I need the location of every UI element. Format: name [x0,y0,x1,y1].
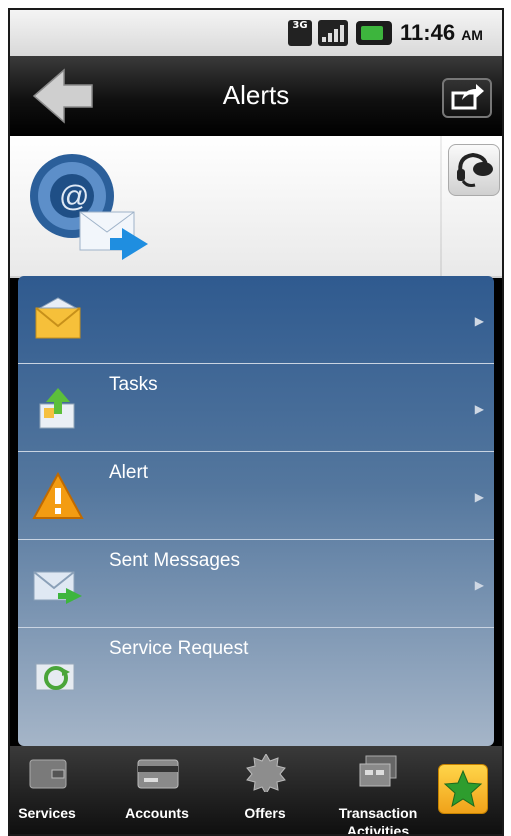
network-3g-icon: 3G [288,20,312,46]
chevron-right-icon: ▶ [474,314,484,328]
tab-label: Services [18,805,76,821]
headset-icon [457,152,493,187]
list-item-label: Tasks [109,374,158,395]
list-item-sent-messages[interactable]: Sent Messages ▶ [18,540,494,628]
list-item-alert[interactable]: Alert ▶ [18,452,494,540]
tab-label: Accounts [125,805,189,821]
header-banner: @ [10,136,502,278]
tab-services[interactable]: Services [10,746,94,834]
bottom-tab-bar: Services Accounts Offers Transaction Act… [10,746,502,836]
list-item-messages[interactable]: ▶ [18,276,494,364]
chevron-right-icon: ▶ [474,490,484,504]
wallet-icon [26,754,70,792]
warning-icon [32,470,84,522]
tab-label: Offers [244,805,286,821]
list-item-tasks[interactable]: Tasks ▶ [18,364,494,452]
battery-icon [356,21,392,45]
title-bar: Alerts [10,56,502,136]
list-item-label: Sent Messages [109,550,240,571]
list-item-label: Alert [109,462,149,483]
share-button[interactable] [442,78,492,118]
chevron-right-icon: ▶ [474,402,484,416]
tab-label: Transaction Activities [338,805,418,836]
tab-accounts[interactable]: Accounts [110,746,204,834]
card-icon [136,754,180,792]
envelope-icon [32,294,84,346]
email-globe-icon: @ [24,144,154,270]
alerts-list: ▶ Tasks ▶ Alert ▶ Sent Messages ▶ Servic… [18,276,494,746]
chevron-right-icon: ▶ [474,578,484,592]
status-bar: 3G 11:46 AM [10,10,502,56]
share-icon [451,84,484,110]
signal-icon [318,20,348,46]
banner-divider [440,136,442,276]
list-item-label: Service Request [109,638,249,659]
receipts-icon [356,754,400,792]
tasks-icon [32,382,84,434]
list-item-service-request[interactable]: Service Request [18,628,494,716]
svg-text:@: @ [59,180,89,213]
sent-mail-icon [32,558,84,610]
support-button[interactable] [448,144,500,196]
phone-frame: 3G 11:46 AM Alerts @ ▶ Tasks ▶ Alert ▶ S… [8,8,504,836]
favorites-button[interactable] [438,764,488,814]
tab-transaction-activities[interactable]: Transaction Activities [326,746,430,836]
badge-icon [244,752,288,796]
service-request-icon [32,646,84,698]
tab-offers[interactable]: Offers [218,746,312,834]
clock: 11:46 AM [400,20,483,45]
page-title: Alerts [222,80,290,110]
star-icon [443,769,483,808]
